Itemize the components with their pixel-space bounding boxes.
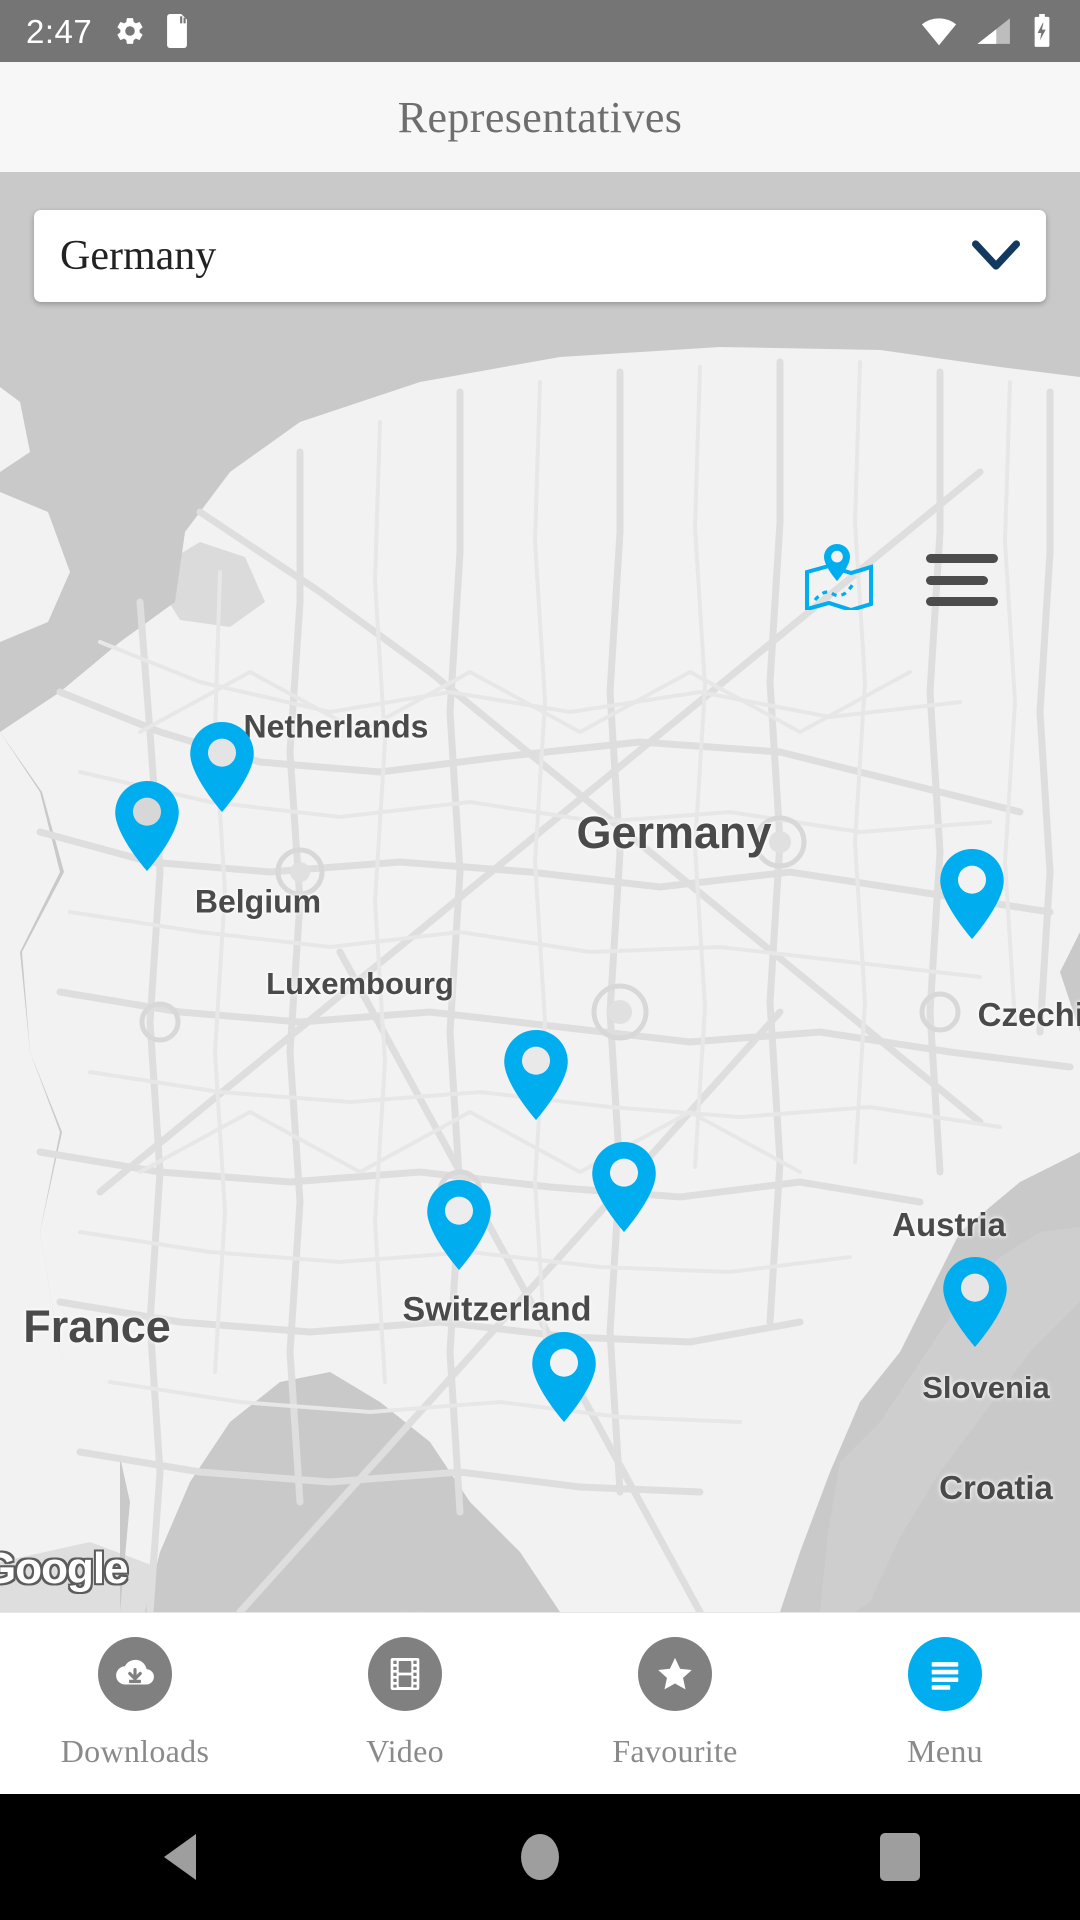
hamburger-bar-1 [926, 554, 998, 563]
google-watermark: Google [0, 1544, 129, 1593]
hamburger-bar-2 [926, 575, 988, 585]
nav-label-video: Video [366, 1733, 444, 1769]
wifi-icon [920, 16, 958, 46]
recents-button[interactable] [720, 1833, 1080, 1881]
back-button[interactable] [0, 1834, 360, 1880]
list-menu-icon [908, 1637, 982, 1711]
map-pin-3[interactable] [939, 849, 1005, 944]
hamburger-bar-3 [926, 597, 998, 606]
chevron-down-icon[interactable] [972, 240, 1020, 272]
star-icon [638, 1637, 712, 1711]
nav-item-menu[interactable]: Menu [810, 1613, 1080, 1794]
country-dropdown-value: Germany [60, 233, 217, 279]
nav-item-downloads[interactable]: Downloads [0, 1613, 270, 1794]
nav-label-favourite: Favourite [612, 1733, 738, 1769]
map-pin-2[interactable] [189, 722, 255, 817]
home-circle-icon [521, 1834, 559, 1880]
gear-icon [114, 15, 146, 47]
film-strip-icon [368, 1637, 442, 1711]
battery-charging-icon [1030, 14, 1054, 48]
map-view[interactable]: Netherlands Belgium Luxembourg Germany C… [0, 172, 1080, 1612]
home-button[interactable] [360, 1834, 720, 1880]
map-pin-4[interactable] [503, 1030, 569, 1125]
map-pin-7[interactable] [942, 1257, 1008, 1352]
nav-label-downloads: Downloads [60, 1733, 210, 1769]
map-pin-8[interactable] [531, 1332, 597, 1427]
nav-label-menu: Menu [907, 1733, 983, 1769]
cloud-download-icon [98, 1637, 172, 1711]
signal-bars-icon [976, 16, 1012, 46]
hamburger-menu-icon[interactable] [926, 554, 998, 606]
map-pin-5[interactable] [591, 1142, 657, 1237]
page-title: Representatives [397, 92, 683, 142]
country-dropdown[interactable]: Germany [34, 210, 1046, 302]
bottom-navigation: Downloads Video Favourite Menu [0, 1612, 1080, 1794]
recents-square-icon [880, 1833, 920, 1881]
back-triangle-icon [164, 1834, 196, 1880]
map-pin-6[interactable] [426, 1180, 492, 1275]
nav-item-video[interactable]: Video [270, 1613, 540, 1794]
nav-item-favourite[interactable]: Favourite [540, 1613, 810, 1794]
map-pin-1[interactable] [114, 781, 180, 876]
android-navigation-bar [0, 1794, 1080, 1920]
status-clock: 2:47 [26, 12, 93, 50]
map-type-button[interactable] [803, 544, 875, 613]
status-bar: 2:47 [0, 0, 1080, 62]
app-bar: Representatives [0, 62, 1080, 172]
sdcard-icon [164, 14, 190, 48]
